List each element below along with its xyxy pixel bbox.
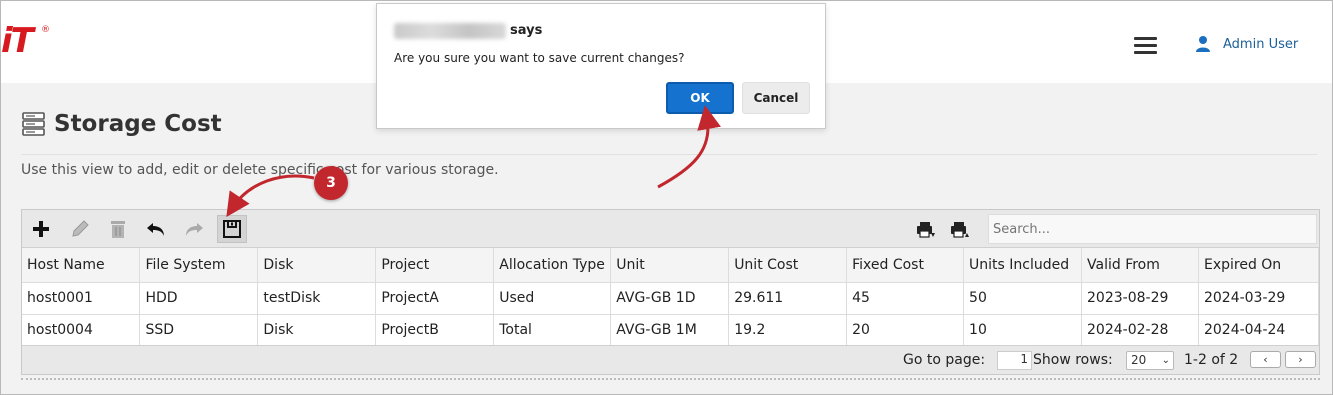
- import-button[interactable]: [945, 215, 975, 243]
- table-cell[interactable]: AVG-GB 1D: [610, 282, 730, 315]
- confirm-dialog: says Are you sure you want to save curre…: [376, 3, 826, 129]
- column-header[interactable]: Allocation Type: [493, 248, 612, 283]
- table-header-row: Host Name File System Disk Project Alloc…: [22, 248, 1320, 283]
- column-header[interactable]: Disk: [257, 248, 377, 283]
- redo-icon: [186, 223, 203, 236]
- hamburger-icon[interactable]: [1134, 37, 1157, 54]
- column-header[interactable]: Fixed Cost: [846, 248, 965, 283]
- ok-button[interactable]: OK: [666, 82, 734, 114]
- search-input[interactable]: [988, 214, 1317, 244]
- chevron-down-icon: ⌄: [1161, 355, 1170, 366]
- table-cell[interactable]: ProjectA: [375, 282, 495, 315]
- table-row[interactable]: host0001 HDD testDisk ProjectA Used AVG-…: [22, 282, 1320, 315]
- user-icon: [1196, 36, 1210, 52]
- table-cell[interactable]: ProjectB: [375, 314, 495, 347]
- column-header[interactable]: File System: [139, 248, 259, 283]
- export-button[interactable]: [911, 215, 941, 243]
- table-cell[interactable]: 50: [963, 282, 1083, 315]
- table-cell[interactable]: 2024-04-24: [1198, 314, 1320, 347]
- undo-button[interactable]: [141, 215, 171, 243]
- table-cell[interactable]: 2024-03-29: [1198, 282, 1320, 315]
- column-header[interactable]: Host Name: [22, 248, 141, 283]
- redo-button[interactable]: [179, 215, 209, 243]
- step-badge: 3: [314, 166, 348, 200]
- table-cell[interactable]: host0001: [22, 282, 141, 315]
- arrow-to-save: [226, 174, 315, 217]
- table-cell[interactable]: 2023-08-29: [1081, 282, 1199, 315]
- page-header: Storage Cost: [21, 111, 222, 137]
- column-header[interactable]: Expired On: [1198, 248, 1320, 283]
- storage-cost-grid: Host Name File System Disk Project Alloc…: [21, 209, 1320, 375]
- storage-server-icon: [22, 112, 45, 136]
- column-header[interactable]: Unit: [610, 248, 730, 283]
- delete-button[interactable]: [103, 215, 133, 243]
- data-table: Host Name File System Disk Project Alloc…: [22, 248, 1320, 347]
- page-description: Use this view to add, edit or delete spe…: [21, 162, 499, 178]
- prev-page-button[interactable]: ‹: [1250, 351, 1281, 368]
- column-header[interactable]: Project: [375, 248, 495, 283]
- table-cell[interactable]: host0004: [22, 314, 141, 347]
- column-header[interactable]: Valid From: [1081, 248, 1199, 283]
- user-menu-link[interactable]: Admin User: [1223, 37, 1298, 52]
- cancel-button[interactable]: Cancel: [742, 82, 810, 114]
- rows-per-page-select[interactable]: 20 ⌄: [1126, 351, 1174, 370]
- table-row[interactable]: host0004 SSD Disk ProjectB Total AVG-GB …: [22, 314, 1320, 347]
- table-cell[interactable]: 10: [963, 314, 1083, 347]
- table-cell[interactable]: 2024-02-28: [1081, 314, 1199, 347]
- table-cell[interactable]: SSD: [139, 314, 259, 347]
- dialog-title: says: [510, 23, 543, 38]
- page-title: Storage Cost: [54, 111, 222, 137]
- dialog-message: Are you sure you want to save current ch…: [394, 51, 685, 65]
- table-cell[interactable]: Used: [493, 282, 612, 315]
- brand-logo: iT: [1, 21, 34, 61]
- page-number-input[interactable]: 1: [997, 351, 1032, 370]
- add-icon: [33, 221, 49, 237]
- table-cell[interactable]: AVG-GB 1M: [610, 314, 730, 347]
- grid-toolbar: [22, 210, 1319, 248]
- show-rows-label: Show rows:: [1033, 352, 1113, 368]
- table-cell[interactable]: HDD: [139, 282, 259, 315]
- table-cell[interactable]: Total: [493, 314, 612, 347]
- edit-button[interactable]: [65, 215, 95, 243]
- undo-icon: [147, 223, 164, 236]
- table-cell[interactable]: 20: [846, 314, 965, 347]
- rows-per-page-value: 20: [1131, 353, 1147, 367]
- save-button[interactable]: [217, 215, 247, 243]
- table-cell[interactable]: 19.2: [728, 314, 848, 347]
- column-header[interactable]: Unit Cost: [728, 248, 848, 283]
- edit-icon: [72, 220, 89, 237]
- column-header[interactable]: Units Included: [963, 248, 1083, 283]
- app-frame: iT ® Admin User Storage Cost Use this vi…: [0, 0, 1333, 395]
- blurred-site-name: [394, 23, 506, 39]
- table-cell[interactable]: Disk: [257, 314, 377, 347]
- goto-page-label: Go to page:: [903, 352, 986, 368]
- import-icon: [951, 222, 969, 238]
- table-cell[interactable]: 45: [846, 282, 965, 315]
- save-icon: [223, 220, 241, 238]
- registered-mark: ®: [41, 25, 50, 35]
- header-divider: [21, 154, 1317, 155]
- next-page-button[interactable]: ›: [1285, 351, 1316, 368]
- export-icon: [917, 222, 935, 238]
- bottom-divider: [21, 378, 1320, 380]
- delete-icon: [111, 221, 125, 238]
- pagination-bar: Go to page: 1 Show rows: 20 ⌄ 1-2 of 2 ‹…: [22, 345, 1319, 374]
- table-cell[interactable]: 29.611: [728, 282, 848, 315]
- table-cell[interactable]: testDisk: [257, 282, 377, 315]
- page-range: 1-2 of 2: [1184, 352, 1239, 368]
- add-button[interactable]: [26, 215, 56, 243]
